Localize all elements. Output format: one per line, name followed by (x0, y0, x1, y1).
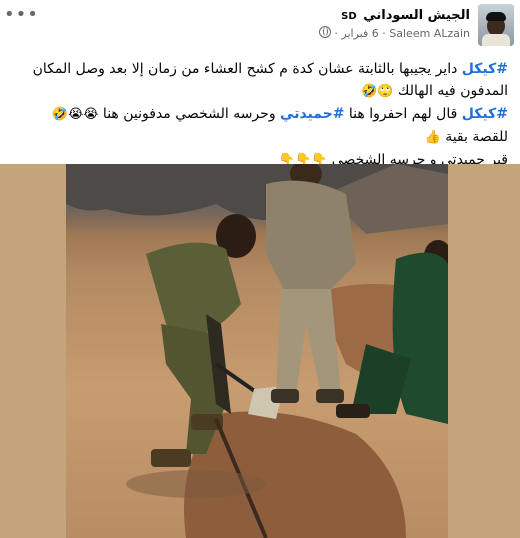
page-name-text[interactable]: الجيش السوداني (363, 8, 470, 23)
soldier-boot (336, 404, 370, 418)
hashtag-link[interactable]: #حميدتي (280, 106, 344, 122)
soldier-boot (271, 389, 299, 403)
soldier-beige-torso (266, 180, 356, 294)
post-subline: Saleem ALzain · 6 فبراير · (317, 26, 470, 42)
emoji-thumbs-up: 👍 (424, 130, 441, 145)
post-meta: الجيش السوداني SD Saleem ALzain · 6 فبرا… (317, 4, 470, 42)
separator: · (382, 27, 386, 40)
facebook-post: ••• الجيش السوداني SD Saleem ALzain · 6 … (0, 0, 520, 538)
separator: · (334, 27, 338, 40)
ground-shadow (126, 470, 266, 498)
post-text-segment: داير يجيبها بالثابتة عشان كدة م كشح العش… (32, 61, 508, 99)
page-name[interactable]: الجيش السوداني SD (317, 7, 470, 26)
soldiers-digging-photo (66, 164, 448, 538)
hashtag-link[interactable]: #كيكل (462, 106, 508, 122)
page-tag: SD (341, 11, 357, 22)
post-header: الجيش السوداني SD Saleem ALzain · 6 فبرا… (317, 4, 514, 46)
post-line-1: #كيكل داير يجيبها بالثابتة عشان كدة م كش… (8, 58, 508, 103)
soldier-camo-torso (146, 242, 241, 339)
post-text-segment: قال لهم احفروا هنا (344, 106, 462, 122)
soldier-boot (151, 449, 191, 467)
hashtag-link[interactable]: #كيكل (462, 61, 508, 77)
soldier-beige-legs (276, 289, 341, 394)
globe-icon (318, 26, 331, 38)
emoji-eyeroll-laugh: 🙄🤣 (361, 84, 394, 99)
soldier-green-torso (392, 252, 448, 424)
photo-illustration (66, 164, 448, 538)
author-name[interactable]: Saleem ALzain (389, 26, 470, 42)
avatar[interactable] (478, 4, 514, 46)
soldier-boot (316, 389, 344, 403)
post-date[interactable]: 6 فبراير (341, 26, 378, 42)
post-line-2: #كيكل قال لهم احفروا هنا #حميدتي وحرسه ا… (8, 103, 508, 126)
post-text: #كيكل داير يجيبها بالثابتة عشان كدة م كش… (8, 58, 508, 172)
post-photo[interactable] (0, 164, 520, 538)
emoji-crying-laugh: 😭😭🤣 (51, 107, 99, 122)
post-text-segment: للقصة بقية (440, 129, 508, 145)
more-options-button[interactable]: ••• (4, 6, 39, 24)
post-text-segment: وحرسه الشخصي مدفونين هنا (98, 106, 281, 122)
post-line-3: للقصة بقية 👍 (8, 126, 508, 149)
